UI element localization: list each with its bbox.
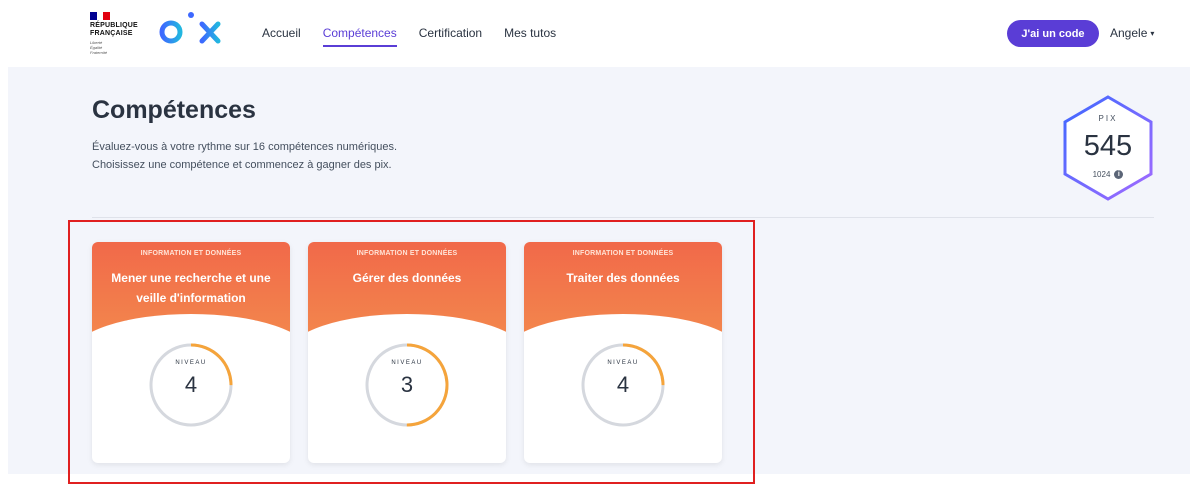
header: RÉPUBLIQUE FRANÇAISE Liberté Égalité Fra… (0, 0, 1190, 67)
competence-card[interactable]: INFORMATION ET DONNÉES Gérer des données… (308, 242, 506, 463)
level-number: 4 (184, 372, 198, 397)
caret-down-icon: ▾ (1150, 28, 1155, 38)
republique-francaise-logo[interactable]: RÉPUBLIQUE FRANÇAISE Liberté Égalité Fra… (90, 12, 142, 55)
republique-francaise-name: RÉPUBLIQUE FRANÇAISE (90, 22, 138, 37)
competence-area: INFORMATION ET DONNÉES (140, 250, 242, 257)
page-description: Évaluez-vous à votre rythme sur 16 compé… (92, 138, 512, 174)
pix-score-value: 545 (1083, 130, 1133, 162)
page-title: Compétences (92, 96, 256, 124)
competence-name: Traiter des données (566, 271, 680, 285)
nav-accueil[interactable]: Accueil (262, 26, 301, 47)
level-gauge: NIVEAU 4 (581, 343, 665, 427)
level-gauge: NIVEAU 4 (149, 343, 233, 427)
level-number: 4 (616, 372, 630, 397)
jai-un-code-button[interactable]: J'ai un code (1007, 20, 1099, 47)
description-line: Choisissez une compétence et commencez à… (92, 159, 392, 171)
description-line: Évaluez-vous à votre rythme sur 16 compé… (92, 141, 398, 153)
republique-francaise-motto: Liberté Égalité Fraternité (90, 40, 108, 55)
pix-score-badge: PIX 545 1024 i (1060, 94, 1156, 202)
pix-score-max: 1024 i (1060, 170, 1156, 180)
pix-logo[interactable] (158, 10, 224, 50)
nav-competences[interactable]: Compétences (322, 26, 397, 47)
user-menu[interactable]: Angele ▾ (1110, 26, 1154, 40)
french-flag-icon (90, 12, 111, 20)
competence-card[interactable]: INFORMATION ET DONNÉES Traiter des donné… (524, 242, 722, 463)
level-label: NIVEAU (607, 360, 639, 366)
competence-name: Mener une recherche et une veille d'info… (111, 271, 271, 305)
level-label: NIVEAU (391, 360, 423, 366)
competence-name: Gérer des données (352, 271, 462, 285)
competence-area: INFORMATION ET DONNÉES (572, 250, 674, 257)
pix-score-label: PIX (1098, 114, 1118, 123)
level-number: 3 (400, 372, 414, 397)
competence-card[interactable]: INFORMATION ET DONNÉES Mener une recherc… (92, 242, 290, 463)
level-label: NIVEAU (175, 360, 207, 366)
nav-mes-tutos[interactable]: Mes tutos (504, 26, 556, 47)
nav-certification[interactable]: Certification (419, 26, 482, 47)
level-gauge: NIVEAU 3 (365, 343, 449, 427)
pix-score-max-value: 1024 (1092, 170, 1111, 179)
competence-area: INFORMATION ET DONNÉES (356, 250, 458, 257)
info-icon[interactable]: i (1114, 170, 1124, 180)
main-nav: Accueil Compétences Certification Mes tu… (262, 26, 556, 47)
divider (92, 217, 1154, 218)
user-name: Angele (1110, 26, 1148, 40)
competence-cards: INFORMATION ET DONNÉES Mener une recherc… (92, 242, 722, 463)
